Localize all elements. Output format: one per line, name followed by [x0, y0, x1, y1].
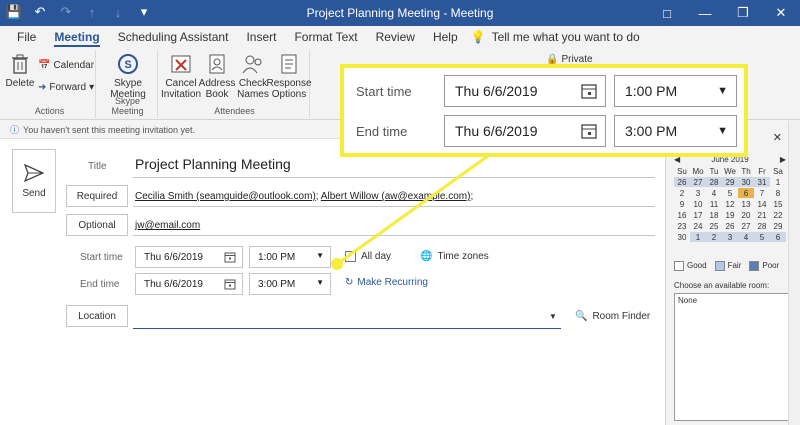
callout-end-time-value: 3:00 PM — [625, 123, 678, 139]
callout-end-date: Thu 6/6/2019 — [444, 115, 606, 147]
callout-start-date: Thu 6/6/2019 — [444, 75, 606, 107]
callout-start-time: 1:00 PM ▼ — [614, 75, 737, 107]
callout-end-time: 3:00 PM ▼ — [614, 115, 737, 147]
callout-start-date-value: Thu 6/6/2019 — [455, 83, 538, 99]
calendar-icon — [581, 84, 597, 99]
zoom-callout: Start time Thu 6/6/2019 1:00 PM ▼ End ti… — [340, 64, 748, 157]
callout-start-time-value: 1:00 PM — [625, 83, 678, 99]
chevron-down-icon: ▼ — [717, 125, 728, 137]
callout-end-label: End time — [356, 124, 408, 139]
calendar-icon — [581, 124, 597, 139]
callout-start-label: Start time — [356, 84, 412, 99]
callout-end-date-value: Thu 6/6/2019 — [455, 123, 538, 139]
chevron-down-icon: ▼ — [717, 85, 728, 97]
